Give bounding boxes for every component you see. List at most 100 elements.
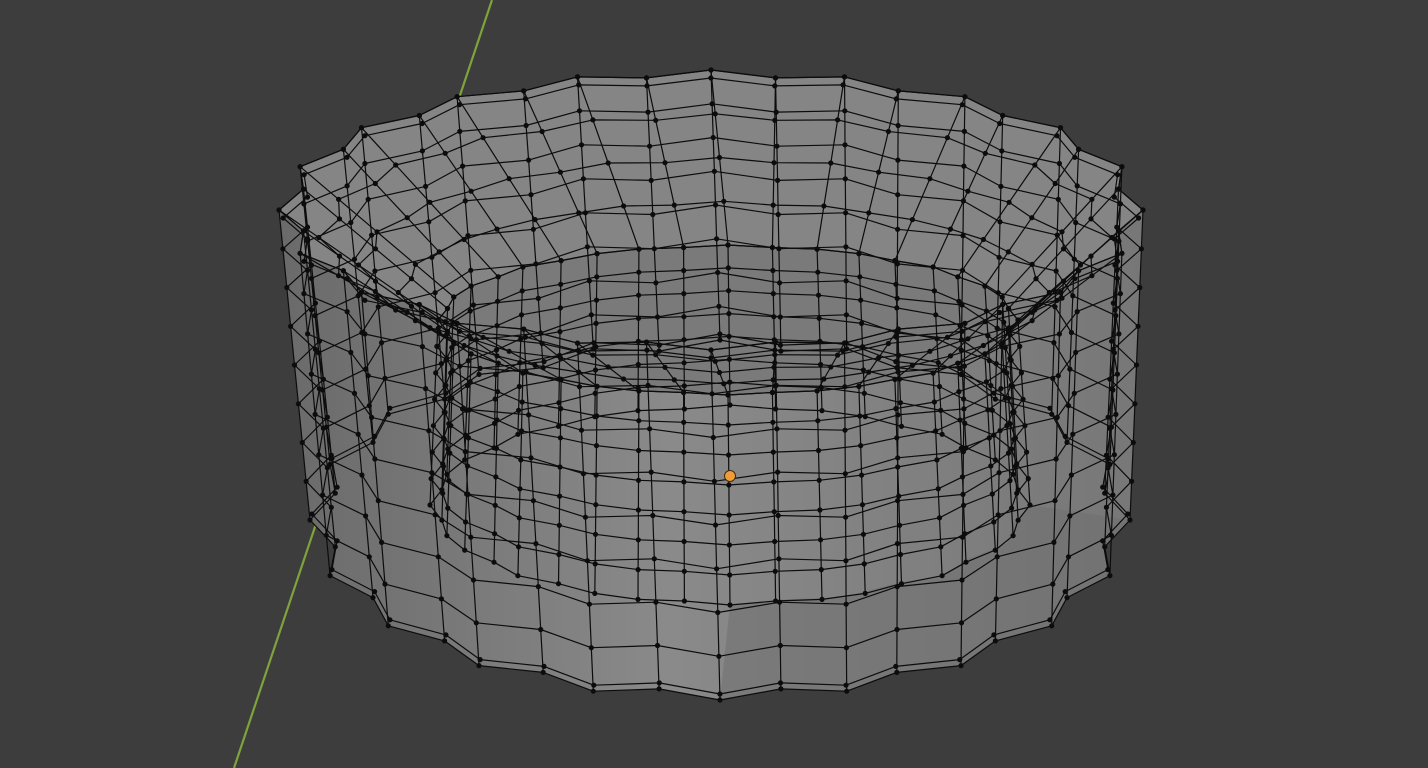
mesh-vertex[interactable] [995,512,1001,518]
mesh-vertex[interactable] [775,512,781,519]
mesh-vertex[interactable] [681,244,687,251]
mesh-vertex[interactable] [1077,262,1084,268]
mesh-vertex[interactable] [957,657,963,663]
mesh-vertex[interactable] [725,392,731,398]
mesh-vertex[interactable] [1108,532,1114,538]
mesh-vertex[interactable] [934,457,940,463]
mesh-vertex[interactable] [1033,276,1039,282]
mesh-vertex[interactable] [592,414,598,420]
mesh-vertex[interactable] [714,236,720,242]
mesh-vertex[interactable] [993,596,999,602]
mesh-vertex[interactable] [576,108,583,114]
mesh-vertex[interactable] [468,188,474,194]
mesh-vertex[interactable] [1029,215,1035,221]
mesh-vertex[interactable] [456,102,463,108]
mesh-vertex[interactable] [843,645,850,651]
mesh-vertex[interactable] [681,383,687,389]
mesh-vertex[interactable] [316,452,322,458]
mesh-vertex[interactable] [1132,401,1138,407]
mesh-vertex[interactable] [726,333,732,339]
mesh-vertex[interactable] [480,135,486,141]
mesh-vertex[interactable] [893,359,899,365]
mesh-vertex[interactable] [725,422,731,428]
mesh-vertex[interactable] [439,517,445,523]
mesh-vertex[interactable] [1088,253,1094,259]
mesh-vertex[interactable] [516,383,522,390]
mesh-vertex[interactable] [960,491,966,497]
mesh-vertex[interactable] [1056,331,1062,337]
mesh-vertex[interactable] [1029,261,1035,267]
mesh-vertex[interactable] [1005,395,1012,401]
mesh-vertex[interactable] [817,338,823,344]
mesh-vertex[interactable] [473,620,479,626]
mesh-vertex[interactable] [774,426,780,432]
mesh-vertex[interactable] [893,334,899,340]
mesh-vertex[interactable] [773,406,779,412]
mesh-vertex[interactable] [712,202,719,208]
mesh-vertex[interactable] [938,544,944,550]
mesh-vertex[interactable] [1111,452,1117,458]
mesh-vertex[interactable] [716,653,722,659]
mesh-vertex[interactable] [777,680,784,686]
mesh-vertex[interactable] [997,219,1003,225]
mesh-vertex[interactable] [982,150,988,156]
mesh-vertex[interactable] [588,312,594,318]
mesh-vertex[interactable] [375,304,381,310]
mesh-vertex[interactable] [480,334,486,340]
mesh-vertex[interactable] [843,278,849,284]
mesh-vertex[interactable] [355,431,361,437]
mesh-vertex[interactable] [1105,567,1111,573]
mesh-vertex[interactable] [885,340,892,347]
mesh-vertex[interactable] [635,567,641,573]
mesh-vertex[interactable] [709,391,715,397]
mesh-vertex[interactable] [303,478,309,484]
mesh-vertex[interactable] [363,366,369,372]
mesh-vertex[interactable] [344,154,350,160]
mesh-vertex[interactable] [859,320,865,326]
mesh-vertex[interactable] [648,177,654,183]
mesh-vertex[interactable] [379,539,385,546]
mesh-vertex[interactable] [1140,207,1146,213]
mesh-vertex[interactable] [582,210,589,216]
mesh-vertex[interactable] [532,217,538,223]
mesh-vertex[interactable] [308,371,314,377]
mesh-vertex[interactable] [369,414,375,420]
mesh-vertex[interactable] [1071,390,1077,396]
mesh-vertex[interactable] [460,163,466,169]
mesh-vertex[interactable] [957,323,963,329]
mesh-vertex[interactable] [927,348,933,354]
mesh-vertex[interactable] [1017,343,1023,349]
mesh-vertex[interactable] [404,309,410,315]
mesh-vertex[interactable] [991,390,997,396]
mesh-vertex[interactable] [681,538,687,545]
mesh-vertex[interactable] [842,176,848,182]
mesh-vertex[interactable] [387,405,393,411]
mesh-vertex[interactable] [856,251,862,257]
mesh-vertex[interactable] [936,515,943,521]
mesh-vertex[interactable] [434,343,440,349]
mesh-vertex[interactable] [558,281,564,287]
mesh-vertex[interactable] [519,399,525,405]
mesh-vertex[interactable] [775,211,781,218]
mesh-vertex[interactable] [432,396,438,402]
mesh-vertex[interactable] [466,333,472,339]
mesh-vertex[interactable] [894,626,900,633]
mesh-vertex[interactable] [727,402,733,408]
mesh-vertex[interactable] [816,477,822,483]
mesh-vertex[interactable] [1062,433,1068,439]
mesh-vertex[interactable] [340,146,346,152]
mesh-vertex[interactable] [895,464,901,470]
mesh-vertex[interactable] [818,384,824,391]
mesh-vertex[interactable] [593,443,600,449]
mesh-vertex[interactable] [1049,411,1055,417]
mesh-vertex[interactable] [468,283,474,289]
mesh-vertex[interactable] [280,246,286,252]
mesh-vertex[interactable] [815,447,822,454]
mesh-vertex[interactable] [1000,112,1006,119]
mesh-vertex[interactable] [962,531,968,537]
mesh-vertex[interactable] [1052,304,1058,310]
mesh-vertex[interactable] [580,471,587,477]
mesh-vertex[interactable] [653,117,659,123]
mesh-vertex[interactable] [1010,533,1016,539]
mesh-vertex[interactable] [590,688,596,694]
